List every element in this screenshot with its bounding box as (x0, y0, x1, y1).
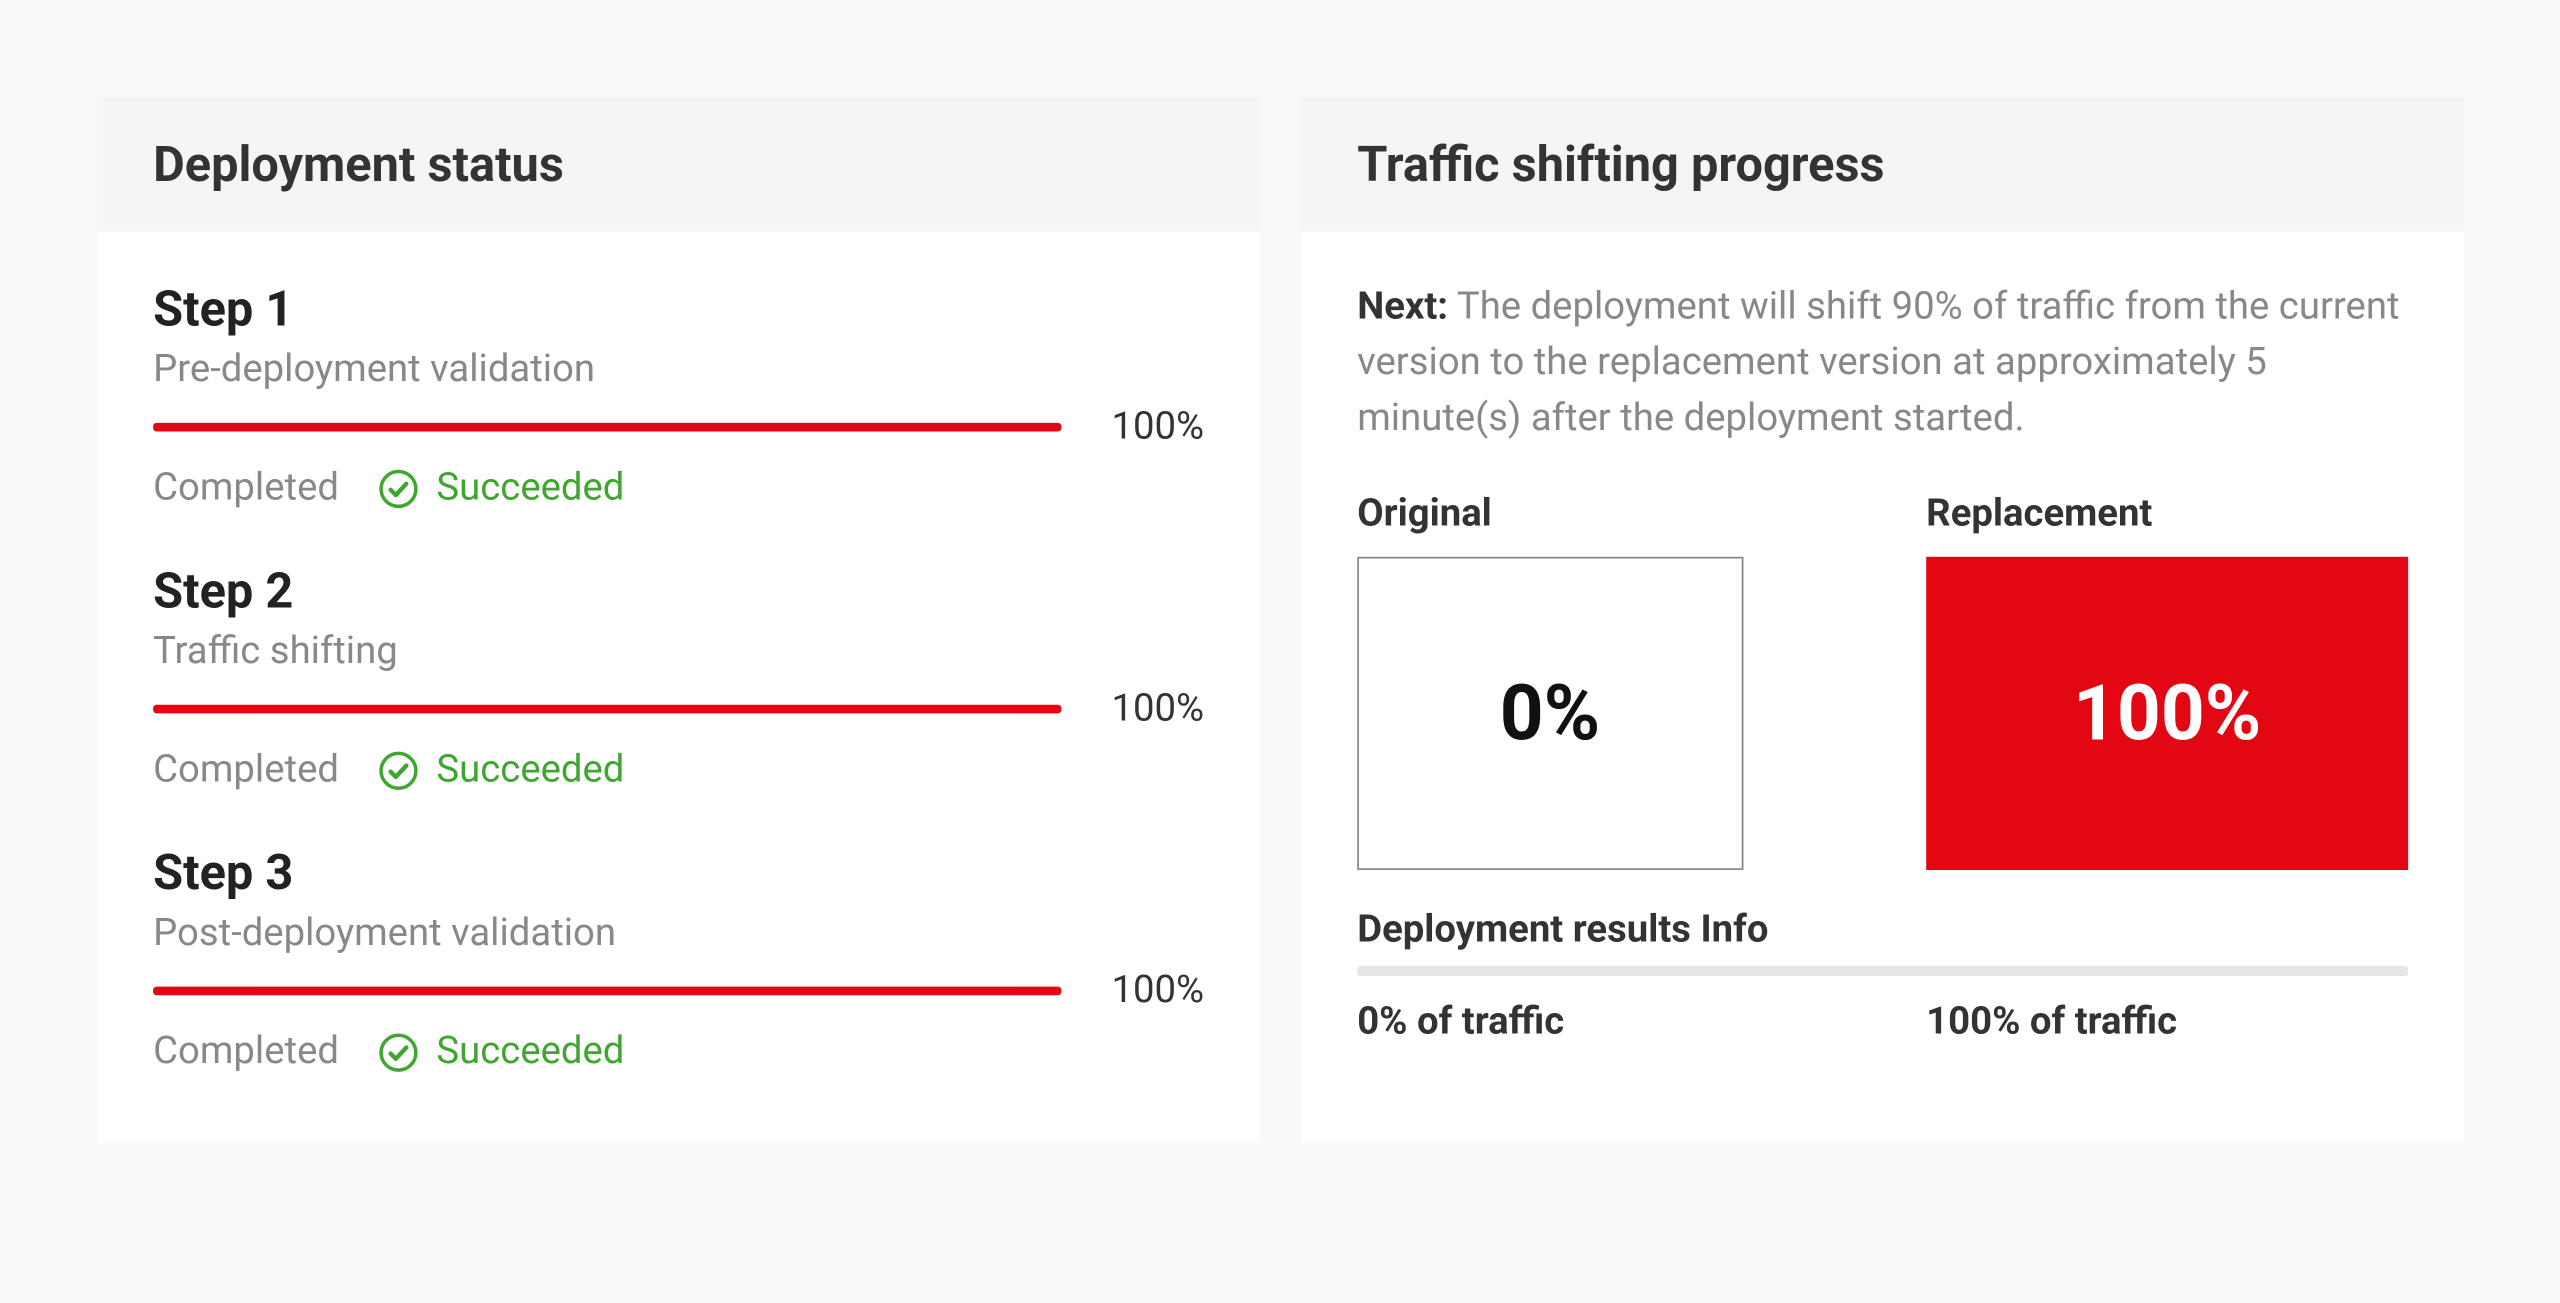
step-title: Step 3 (153, 844, 1204, 901)
status-succeeded-label: Succeeded (436, 466, 624, 510)
traffic-replacement-box: 100% (1926, 556, 2408, 869)
deployment-step: Step 3 Post-deployment validation 100% C… (153, 844, 1204, 1074)
progress-bar (153, 423, 1061, 432)
step-title: Step 2 (153, 562, 1204, 619)
check-circle-icon (377, 467, 419, 509)
progress-row: 100% (153, 405, 1204, 449)
dashboard-container: Deployment status Step 1 Pre-deployment … (0, 0, 2560, 1143)
replacement-traffic-value: 100% of traffic (1926, 1000, 2408, 1044)
status-completed-label: Completed (153, 466, 339, 510)
status-row: Completed Succeeded (153, 1030, 1204, 1074)
progress-bar (153, 987, 1061, 996)
status-succeeded: Succeeded (377, 466, 624, 510)
step-subtitle: Post-deployment validation (153, 912, 1204, 956)
status-row: Completed Succeeded (153, 466, 1204, 510)
next-step-description: Next: The deployment will shift 90% of t… (1357, 280, 2408, 446)
traffic-original-box: 0% (1357, 556, 1743, 869)
status-completed-label: Completed (153, 1030, 339, 1074)
panel-header: Traffic shifting progress (1302, 97, 2464, 231)
traffic-replacement-value: 100% (2073, 668, 2261, 758)
progress-row: 100% (153, 969, 1204, 1013)
next-text-body: The deployment will shift 90% of traffic… (1357, 285, 2399, 439)
progress-percent: 100% (1089, 405, 1204, 449)
traffic-replacement-col: Replacement 100% (1926, 492, 2408, 870)
check-circle-icon (377, 1031, 419, 1073)
deployment-results-label: Deployment results Info (1357, 908, 2408, 952)
next-label: Next: (1357, 285, 1448, 329)
panel-title: Traffic shifting progress (1357, 136, 2408, 193)
deployment-results-row: 0% of traffic 100% of traffic (1357, 1000, 2408, 1044)
step-subtitle: Traffic shifting (153, 630, 1204, 674)
traffic-shifting-panel: Traffic shifting progress Next: The depl… (1302, 97, 2464, 1143)
traffic-original-col: Original 0% (1357, 492, 1839, 870)
status-succeeded: Succeeded (377, 1030, 624, 1074)
step-title: Step 1 (153, 280, 1204, 337)
original-traffic-value: 0% of traffic (1357, 1000, 1839, 1044)
panel-header: Deployment status (97, 97, 1259, 231)
deployment-step: Step 2 Traffic shifting 100% Completed S… (153, 562, 1204, 792)
traffic-replacement-label: Replacement (1926, 492, 2408, 536)
status-row: Completed Succeeded (153, 748, 1204, 792)
step-subtitle: Pre-deployment validation (153, 348, 1204, 392)
progress-percent: 100% (1089, 687, 1204, 731)
deployment-results-bar (1357, 965, 2408, 975)
progress-percent: 100% (1089, 969, 1204, 1013)
progress-row: 100% (153, 687, 1204, 731)
traffic-original-value: 0% (1500, 668, 1601, 758)
deployment-step: Step 1 Pre-deployment validation 100% Co… (153, 280, 1204, 510)
panel-body: Step 1 Pre-deployment validation 100% Co… (97, 231, 1259, 1143)
traffic-original-label: Original (1357, 492, 1839, 536)
panel-title: Deployment status (153, 136, 1204, 193)
progress-bar (153, 705, 1061, 714)
status-succeeded: Succeeded (377, 748, 624, 792)
traffic-boxes-row: Original 0% Replacement 100% (1357, 492, 2408, 870)
check-circle-icon (377, 749, 419, 791)
status-succeeded-label: Succeeded (436, 1030, 624, 1074)
status-succeeded-label: Succeeded (436, 748, 624, 792)
deployment-status-panel: Deployment status Step 1 Pre-deployment … (97, 97, 1259, 1143)
status-completed-label: Completed (153, 748, 339, 792)
panel-body: Next: The deployment will shift 90% of t… (1302, 231, 2464, 1060)
